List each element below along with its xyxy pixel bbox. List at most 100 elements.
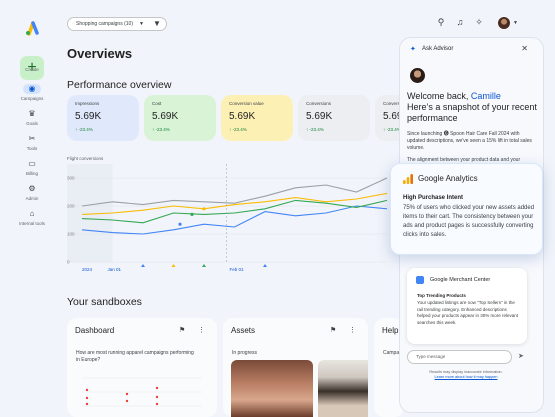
advisor-welcome: Welcome back, Camille Here’s a snapshot … (407, 91, 542, 124)
sandbox-card-dashboard[interactable]: Dashboard ⚑ ⋮ How are most running appar… (67, 318, 217, 417)
asset-image-portrait[interactable] (231, 360, 313, 417)
rail-item-campaigns[interactable]: ◉ Campaigns (16, 84, 48, 106)
lock-icon: ⌂ (29, 209, 35, 218)
rail-item-internal-tools[interactable]: ⌂ Internal tools (16, 209, 48, 231)
gmc-text: Your updated listings are now "Top Selle… (417, 300, 519, 325)
chart-x-tick-label: Feb 01 (230, 267, 245, 272)
chart-y-tick-label: 200 (67, 204, 75, 209)
chart-event-marker (202, 264, 206, 267)
chevron-down-icon[interactable]: ▼ (513, 20, 518, 26)
insights-icon[interactable]: ⚑ (330, 326, 336, 334)
metric-name: Conversions (306, 101, 332, 106)
wrench-icon: ✂ (28, 134, 36, 143)
rail-item-label: Campaigns (20, 96, 44, 101)
metric-card-impressions[interactable]: Impressions 5.69K ↑ -23.4% (67, 95, 139, 141)
metric-change: ↑ -23.4% (152, 127, 170, 132)
more-vert-icon[interactable]: ⋮ (349, 326, 356, 334)
chart-event-marker (263, 264, 267, 267)
rail-item-goals[interactable]: ♛ Goals (16, 109, 48, 131)
trophy-icon: ♛ (28, 109, 36, 118)
metric-card-conversions[interactable]: Conversions 5.69K ↑ -23.4% (298, 95, 370, 141)
rail-item-label: Admin (25, 196, 39, 201)
chart-x-tick-label: 2024 (82, 267, 93, 272)
message-input[interactable]: Type message (407, 350, 512, 364)
rail-item-label: Internal tools (19, 221, 45, 226)
chart-point (178, 222, 182, 226)
chart-series-line (81, 177, 388, 207)
rail-item-label: Goals (26, 121, 38, 126)
ga-heading: High Purchase Intent (403, 195, 464, 201)
gmc-heading: Top Trending Products (417, 293, 466, 298)
sandbox-text: In progress (232, 350, 258, 356)
chevron-down-icon: ▼ (139, 21, 144, 27)
advisor-title: Ask Advisor (422, 46, 454, 52)
chart-event-marker (141, 264, 145, 267)
advisor-avatar (410, 68, 425, 83)
avatar[interactable] (498, 17, 510, 29)
advisor-body-text: Since launching 🅖 Spoon Hair Care Fall 2… (407, 131, 532, 151)
merchant-center-card[interactable]: Google Merchant Center Top Trending Prod… (407, 268, 527, 344)
welcome-prefix: Welcome back, (407, 91, 471, 101)
chart-y-tick-label: 100 (67, 232, 75, 237)
insights-icon[interactable]: ⚑ (179, 326, 185, 334)
metric-name: Conversion value (229, 101, 264, 106)
metric-card-conversion-value[interactable]: Conversion value 5.69K ↑ -23.4% (221, 95, 293, 141)
left-rail: + Create ◉ Campaigns ♛ Goals ✂ Tools ▭ B… (12, 12, 52, 412)
metric-value: 5.69K (152, 111, 179, 122)
rail-item-admin[interactable]: ⚙ Admin (16, 184, 48, 206)
sandbox-card-assets[interactable]: Assets ⚑ ⋮ In progress (223, 318, 368, 417)
sandbox-text: How are most running apparel campaigns p… (76, 350, 194, 363)
more-vert-icon[interactable]: ⋮ (198, 326, 205, 334)
ga-text: 75% of users who clicked your new assets… (403, 205, 535, 238)
metric-name: Impressions (75, 101, 100, 106)
chart-y-tick-label: 300 (67, 176, 75, 181)
page-title: Overviews (67, 46, 133, 61)
metric-name: Cost (152, 101, 162, 106)
metric-change: ↑ -23.4% (306, 127, 324, 132)
message-placeholder: Type message (416, 354, 446, 359)
rail-item-tools[interactable]: ✂ Tools (16, 134, 48, 156)
disclaimer-link[interactable]: Learn more about how it may happen (415, 375, 517, 380)
google-analytics-card[interactable]: Google Analytics High Purchase Intent 75… (390, 163, 543, 255)
credit-card-icon: ▭ (28, 159, 36, 168)
mini-chart (82, 377, 202, 407)
performance-overview-title: Performance overview (67, 79, 172, 91)
ga-name: Google Analytics (418, 174, 478, 183)
megaphone-icon: ◉ (23, 84, 41, 94)
gmc-name: Google Merchant Center (430, 277, 491, 283)
filter-icon[interactable]: ▼ (153, 19, 161, 28)
chart-series-line (81, 192, 388, 215)
campaign-filter-value: Shopping campaigns (10) (76, 21, 133, 27)
sandbox-title: Dashboard (75, 326, 115, 335)
disclaimer: Results may display inaccurate informati… (415, 370, 517, 380)
asset-image-sunglasses[interactable] (318, 360, 368, 417)
rail-item-billing[interactable]: ▭ Billing (16, 159, 48, 181)
chart-point (190, 212, 194, 216)
send-icon[interactable]: ➤ (518, 352, 524, 360)
rail-item-label: Billing (25, 171, 38, 176)
create-label: Create (25, 67, 39, 72)
sandbox-title: Help (382, 326, 399, 335)
gear-icon: ⚙ (28, 184, 36, 193)
search-icon[interactable]: ⚲ (435, 17, 447, 28)
ai-assist-icon[interactable]: ✧ (473, 17, 485, 28)
metric-change: ↑ -23.4% (75, 127, 93, 132)
metric-value: 5.69K (75, 111, 102, 122)
chart-x-tick-label: Jan 01 (108, 267, 122, 272)
welcome-suffix: Here’s a snapshot of your recent perform… (407, 102, 537, 123)
metric-value: 5.69K (229, 111, 256, 122)
close-icon[interactable]: ✕ (521, 44, 528, 53)
ads-overview-app: + Create ◉ Campaigns ♛ Goals ✂ Tools ▭ B… (0, 0, 555, 417)
chart-event-marker (171, 264, 176, 267)
merchant-center-icon (416, 276, 424, 284)
user-name: Camille (470, 91, 501, 101)
advisor-body: Since launching 🅖 Spoon Hair Care Fall 2… (407, 131, 539, 164)
notifications-icon[interactable]: ♫ (454, 17, 466, 27)
metric-change: ↑ -23.4% (229, 127, 247, 132)
chart-point (202, 207, 206, 211)
metric-card-cost[interactable]: Cost 5.69K ↑ -23.4% (144, 95, 216, 141)
campaign-filter-select[interactable]: Shopping campaigns (10) ▼ (67, 17, 167, 31)
performance-chart[interactable]: 30020010002024 Jan 01 Feb 01 (67, 152, 397, 277)
sandboxes-title: Your sandboxes (67, 296, 142, 308)
google-ads-logo-icon[interactable] (24, 20, 40, 36)
